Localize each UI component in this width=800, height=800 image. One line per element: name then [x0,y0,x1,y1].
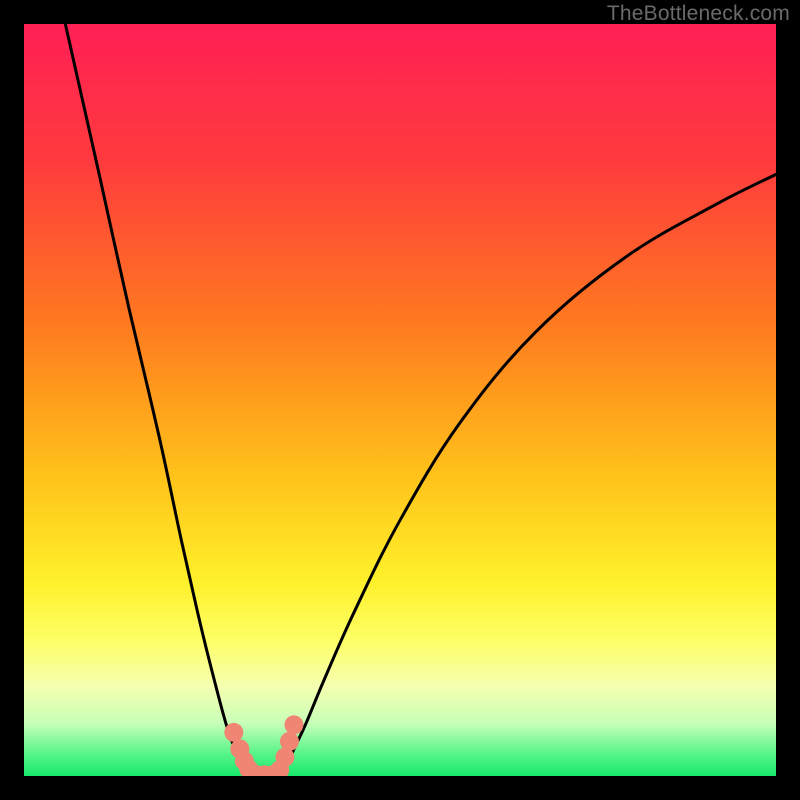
valley-marker [284,715,303,734]
chart-frame [24,24,776,776]
watermark-text: TheBottleneck.com [607,2,790,26]
chart-svg [24,24,776,776]
valley-marker [280,732,299,751]
gradient-background [24,24,776,776]
valley-marker [224,723,243,742]
